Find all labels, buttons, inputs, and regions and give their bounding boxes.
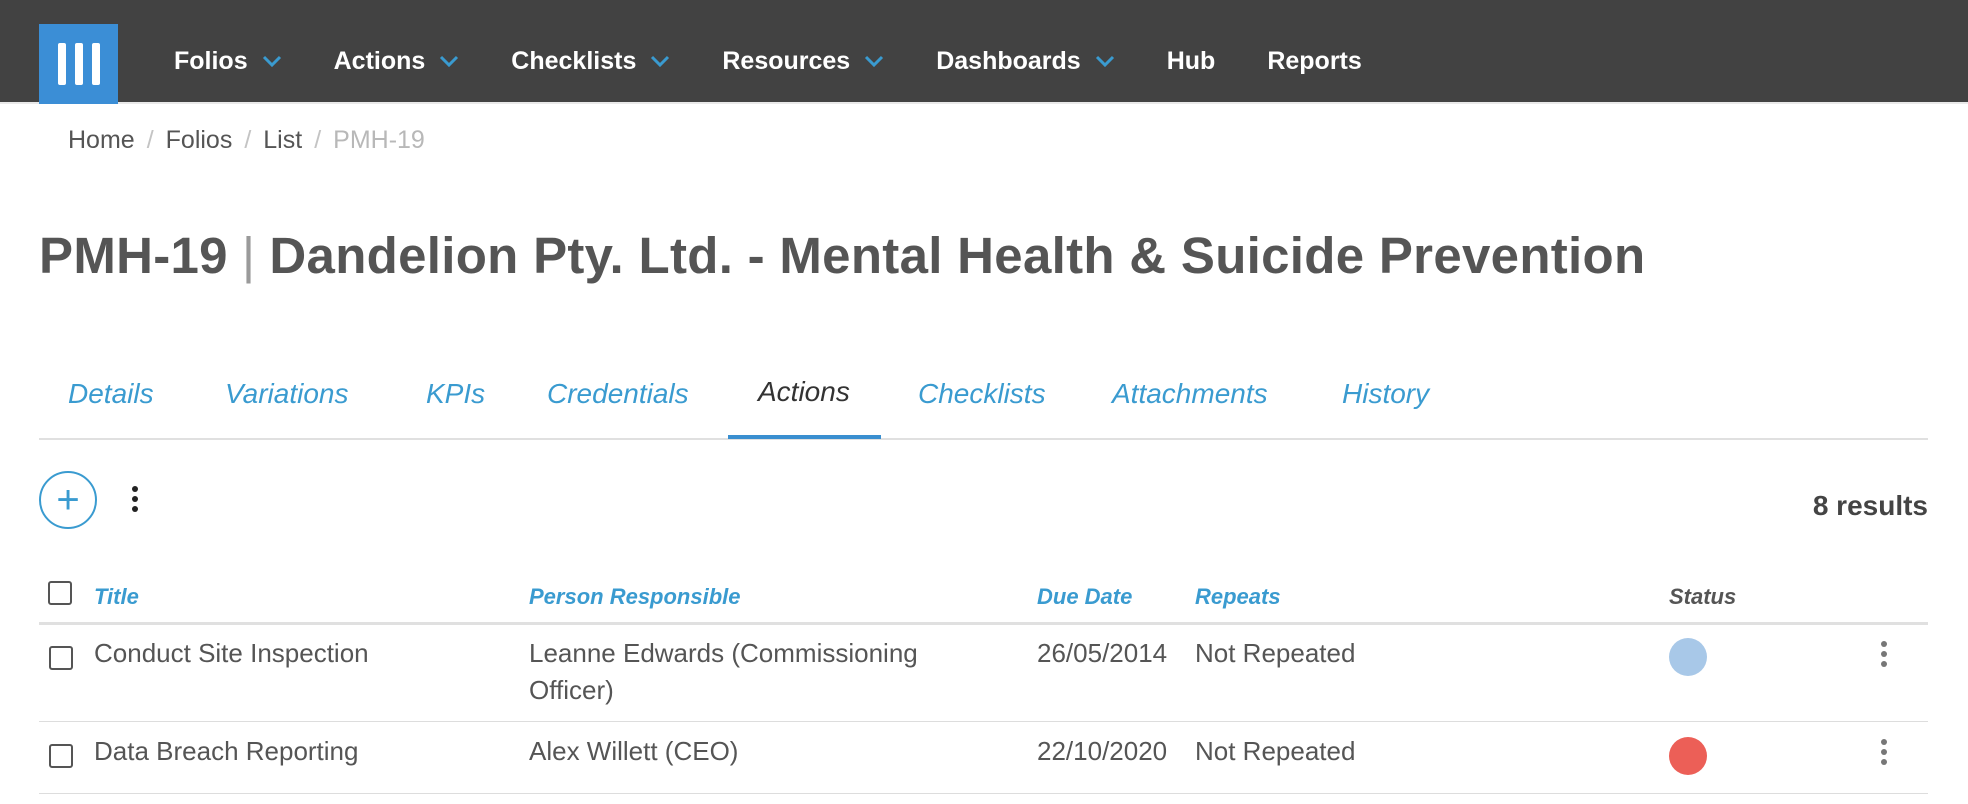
actions-table: Title Person Responsible Due Date Repeat… (39, 570, 1928, 794)
page-title: PMH-19 | Dandelion Pty. Ltd. - Mental Heal… (39, 226, 1645, 285)
row-title[interactable]: Data Breach Reporting (94, 733, 358, 770)
nav-item-label: Actions (333, 46, 426, 75)
column-header-title[interactable]: Title (94, 584, 139, 610)
chevron-down-icon (1095, 55, 1114, 67)
row-due-date: 26/05/2014 (1037, 638, 1168, 668)
add-action-button[interactable]: + (39, 471, 97, 529)
row-title[interactable]: Conduct Site Inspection (94, 635, 369, 672)
plus-icon: + (56, 477, 80, 522)
chevron-down-icon (651, 55, 670, 67)
table-row[interactable]: Conduct Site Inspection Leanne Edwards (… (39, 625, 1928, 722)
nav-item-label: Hub (1166, 46, 1216, 75)
tab-variations[interactable]: Variations (225, 378, 348, 410)
tab-details[interactable]: Details (68, 378, 154, 410)
tab-checklists[interactable]: Checklists (918, 378, 1046, 410)
breadcrumb-separator: / (314, 126, 322, 154)
row-person-responsible: Leanne Edwards (Commissioning Officer) (529, 638, 918, 705)
folio-name: Dandelion Pty. Ltd. - Mental Health & Su… (269, 227, 1646, 284)
top-navbar: Folios Actions Checklists Resources Dash… (0, 0, 1968, 104)
nav-item-label: Folios (174, 46, 248, 75)
breadcrumb-separator: / (244, 126, 252, 154)
breadcrumb-current: PMH-19 (333, 126, 425, 154)
column-header-person-responsible[interactable]: Person Responsible (529, 584, 741, 610)
chevron-down-icon (865, 55, 884, 67)
nav-item-reports[interactable]: Reports (1267, 47, 1361, 76)
tab-attachments[interactable]: Attachments (1112, 378, 1268, 410)
tab-history[interactable]: History (1342, 378, 1429, 410)
column-header-due-date[interactable]: Due Date (1037, 584, 1132, 610)
row-person-responsible: Alex Willett (CEO) (529, 736, 739, 766)
column-header-repeats[interactable]: Repeats (1195, 584, 1281, 610)
breadcrumb-list[interactable]: List (263, 126, 302, 155)
row-menu-icon[interactable] (1881, 739, 1887, 765)
row-due-date: 22/10/2020 (1037, 736, 1168, 766)
more-options-icon[interactable] (132, 486, 138, 512)
row-repeats: Not Repeated (1195, 736, 1356, 766)
breadcrumb-home[interactable]: Home (68, 126, 135, 155)
chevron-down-icon (440, 55, 459, 67)
tab-bar: Details Variations KPIs Credentials Acti… (39, 372, 1928, 440)
menu-bars-icon (57, 43, 100, 85)
active-tab-indicator (728, 435, 881, 439)
column-header-status: Status (1669, 584, 1737, 609)
nav-item-resources[interactable]: Resources (722, 47, 884, 76)
breadcrumb-separator: / (146, 126, 154, 154)
tab-credentials[interactable]: Credentials (547, 378, 689, 410)
breadcrumb: Home / Folios / List / PMH-19 (68, 126, 425, 155)
table-row[interactable]: Data Breach Reporting Alex Willett (CEO)… (39, 722, 1928, 794)
status-indicator (1669, 638, 1707, 676)
app-logo[interactable] (39, 24, 118, 104)
nav-item-dashboards[interactable]: Dashboards (936, 47, 1114, 76)
nav-item-label: Resources (722, 46, 851, 75)
folio-code: PMH-19 (39, 227, 228, 284)
table-header: Title Person Responsible Due Date Repeat… (39, 570, 1928, 625)
main-nav: Folios Actions Checklists Resources Dash… (174, 38, 1414, 84)
nav-item-label: Reports (1267, 46, 1362, 75)
row-checkbox[interactable] (49, 744, 73, 768)
nav-item-folios[interactable]: Folios (174, 47, 282, 76)
nav-item-actions[interactable]: Actions (334, 47, 460, 76)
breadcrumb-folios[interactable]: Folios (166, 126, 233, 155)
tab-actions[interactable]: Actions (758, 376, 850, 408)
nav-item-label: Dashboards (936, 46, 1081, 75)
row-menu-icon[interactable] (1881, 641, 1887, 667)
nav-item-label: Checklists (511, 46, 637, 75)
title-separator: | (241, 227, 256, 284)
nav-item-hub[interactable]: Hub (1167, 47, 1216, 76)
select-all-checkbox[interactable] (48, 581, 72, 605)
tab-kpis[interactable]: KPIs (426, 378, 485, 410)
row-checkbox[interactable] (49, 646, 73, 670)
row-repeats: Not Repeated (1195, 638, 1356, 668)
chevron-down-icon (262, 55, 281, 67)
nav-item-checklists[interactable]: Checklists (511, 47, 670, 76)
results-count: 8 results (1812, 490, 1928, 521)
status-indicator (1669, 737, 1707, 775)
